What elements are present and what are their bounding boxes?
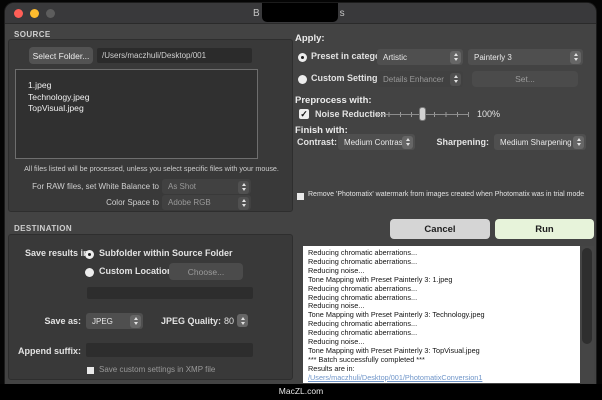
check-icon: ✓ [300,109,308,119]
noise-reduction-amount: 100% [477,109,500,119]
dropdown-arrows-icon [130,315,141,328]
xmp-checkbox-label[interactable]: Save custom settings in XMP file [99,365,215,374]
set-button[interactable]: Set... [472,71,578,87]
traffic-lights [14,9,55,18]
folder-path-field[interactable]: /Users/maczhuli/Desktop/001 [97,48,252,63]
color-space-select[interactable]: Adobe RGB [162,195,251,210]
append-suffix-input[interactable] [86,343,253,357]
custom-method-select[interactable]: Details Enhancer [377,71,463,87]
preset-radio[interactable] [298,53,307,62]
save-results-label: Save results in [25,248,89,258]
titlebar: B s [5,3,596,24]
choose-button[interactable]: Choose... [169,263,243,280]
sharpening-select[interactable]: Medium Sharpening [494,134,586,150]
save-as-label: Save as: [9,316,81,326]
remove-watermark-checkbox[interactable] [297,193,304,200]
custom-location-radio-label[interactable]: Custom Location [99,266,173,276]
source-header: SOURCE [14,30,51,39]
log-scrollbar-thumb[interactable] [582,248,592,344]
file-list[interactable]: 1.jpeg Technology.jpeg TopVisual.jpeg [15,69,258,159]
jpeg-quality-value: 80 [224,316,234,326]
dropdown-arrows-icon [238,181,249,194]
window-title: B s [253,3,345,24]
white-balance-label: For RAW files, set White Balance to [9,182,159,191]
dropdown-arrows-icon [573,136,584,149]
dropdown-arrows-icon [450,51,461,64]
sharpening-value: Medium Sharpening [500,138,572,147]
minimize-button[interactable] [30,9,39,18]
preset-name-value: Painterly 3 [474,53,512,62]
preprocess-header: Preprocess with: [295,95,372,106]
jpeg-quality-label: JPEG Quality: [149,316,221,326]
save-as-value: JPEG [92,317,113,326]
color-space-value: Adobe RGB [168,198,211,207]
log-scrollbar[interactable] [580,246,594,383]
custom-location-radio[interactable] [85,268,94,277]
results-folder-link[interactable]: /Users/maczhuli/Desktop/001/PhotomatixCo… [308,374,580,383]
remove-watermark-label[interactable]: Remove 'Photomatix' watermark from image… [308,191,584,198]
custom-method-value: Details Enhancer [383,75,444,84]
dropdown-arrows-icon [238,197,249,210]
white-balance-value: As Shot [168,182,196,191]
contrast-select[interactable]: Medium Contrast [338,134,415,150]
title-redaction-box [262,3,338,22]
destination-group: Save results in Subfolder within Source … [8,234,293,380]
preset-category-value: Artistic [383,53,407,62]
batch-log: Reducing chromatic aberrations... Reduci… [303,246,580,383]
batch-photos-dialog: B s SOURCE Select Folder... /Users/maczh… [5,3,596,384]
file-list-item[interactable]: TopVisual.jpeg [28,103,257,115]
custom-settings-radio[interactable] [298,75,307,84]
fullscreen-button[interactable] [46,9,55,18]
jpeg-quality-stepper[interactable] [237,314,248,327]
dropdown-arrows-icon [570,51,581,64]
custom-location-field[interactable] [87,287,253,299]
source-group: Select Folder... /Users/maczhuli/Desktop… [8,39,293,212]
color-space-label: Color Space to [9,198,159,207]
preset-name-select[interactable]: Painterly 3 [468,49,583,65]
save-as-select[interactable]: JPEG [86,313,143,329]
contrast-label: Contrast: [297,137,337,147]
title-text-left: B [253,8,260,19]
title-text-right: s [340,8,345,19]
slider-thumb[interactable] [419,107,426,121]
screenshot-frame: B s SOURCE Select Folder... /Users/maczh… [0,0,602,400]
sharpening-label: Sharpening: [433,137,489,147]
watermark-bar: MacZL.com [0,384,602,400]
dropdown-arrows-icon [450,73,461,86]
close-button[interactable] [14,9,23,18]
destination-header: DESTINATION [14,224,72,233]
file-list-item[interactable]: 1.jpeg [28,80,257,92]
file-list-item[interactable]: Technology.jpeg [28,92,257,104]
white-balance-select[interactable]: As Shot [162,179,251,194]
subfolder-radio[interactable] [85,250,94,259]
apply-header: Apply: [295,33,325,44]
append-suffix-label: Append suffix: [9,346,81,356]
preset-category-select[interactable]: Artistic [377,49,463,65]
noise-reduction-checkbox[interactable]: ✓ [299,109,309,119]
source-note: All files listed will be processed, unle… [13,164,290,173]
noise-reduction-slider[interactable] [377,107,469,121]
run-button[interactable]: Run [495,219,594,239]
select-folder-button[interactable]: Select Folder... [29,47,93,64]
noise-reduction-label[interactable]: Noise Reduction [315,109,386,119]
dropdown-arrows-icon [402,136,413,149]
xmp-checkbox[interactable] [87,367,94,374]
cancel-button[interactable]: Cancel [390,219,490,239]
watermark-text: MacZL.com [279,386,323,396]
subfolder-radio-label[interactable]: Subfolder within Source Folder [99,248,233,258]
contrast-value: Medium Contrast [344,138,405,147]
